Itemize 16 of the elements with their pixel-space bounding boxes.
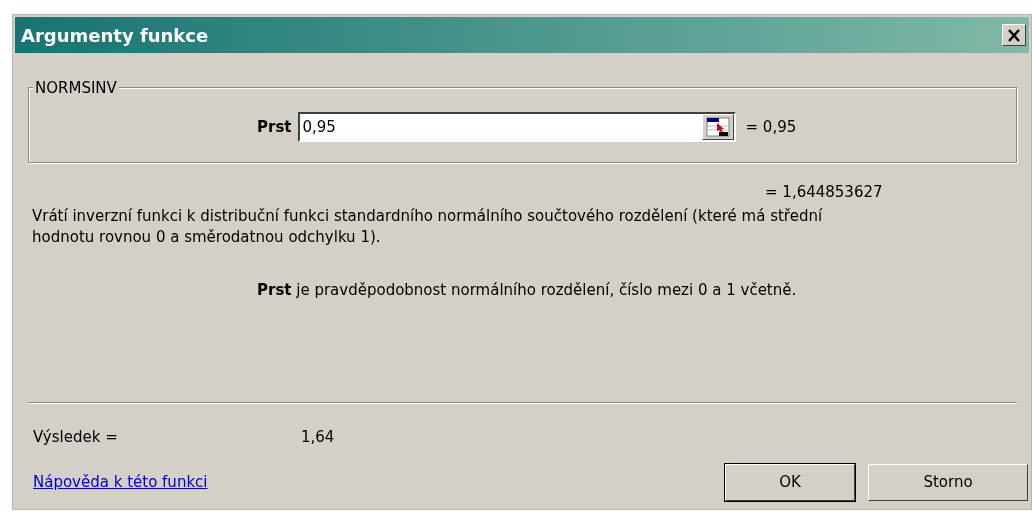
close-icon bbox=[1007, 28, 1021, 42]
help-link[interactable]: Nápověda k této funkci bbox=[33, 471, 208, 494]
function-description: Vrátí inverzní funkci k distribuční funkci standardního normálního součtového rozdělení (které má střední hodnotu rovnou 0 a směrodatnou odchylku 1). bbox=[32, 205, 824, 249]
formula-result: = 1,644853627 bbox=[765, 182, 884, 203]
close-button[interactable] bbox=[1002, 24, 1026, 46]
range-select-button[interactable] bbox=[701, 114, 734, 140]
result-label: Výsledek = bbox=[33, 426, 119, 448]
argument-label: Prst bbox=[257, 116, 292, 138]
collapse-range-icon bbox=[705, 117, 730, 137]
argument-field[interactable]: 0,95 bbox=[297, 112, 736, 142]
cancel-button[interactable]: Storno bbox=[868, 464, 1028, 501]
result-value: 1,64 bbox=[301, 426, 335, 448]
argument-description: Prst je pravděpodobnost normálního rozdělení, číslo mezi 0 a 1 včetně. bbox=[257, 280, 798, 301]
window-title: Argumenty funkce bbox=[21, 23, 209, 48]
ok-button[interactable]: OK bbox=[725, 464, 855, 501]
argument-result: = 0,95 bbox=[745, 116, 797, 138]
